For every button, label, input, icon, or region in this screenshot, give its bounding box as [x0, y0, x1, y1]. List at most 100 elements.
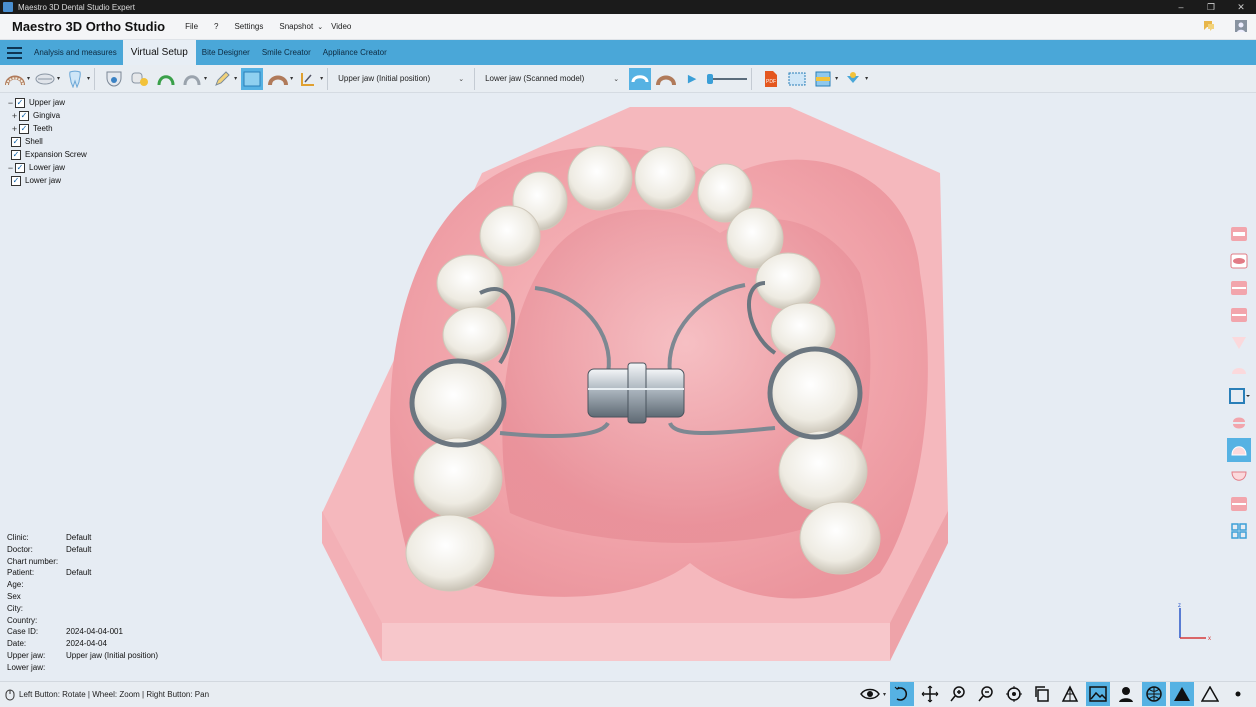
copy-view-icon[interactable] — [1030, 682, 1054, 706]
visibility-eye-icon[interactable] — [858, 682, 882, 706]
animation-slider[interactable] — [707, 73, 748, 85]
view-lower-arch-icon[interactable] — [1227, 357, 1251, 381]
maximize-button[interactable]: ❐ — [1196, 0, 1226, 14]
lips-dropdown-icon[interactable]: ▾ — [57, 75, 60, 82]
info-row-age: Age: — [7, 580, 24, 590]
view-open-mouth-icon[interactable] — [1227, 249, 1251, 273]
upper-jaw-checkbox[interactable]: ✓ — [15, 97, 25, 108]
status-hint: Left Button: Rotate | Wheel: Zoom | Righ… — [19, 690, 210, 699]
report-grid-icon[interactable] — [786, 68, 808, 90]
measure-tool-icon[interactable] — [297, 68, 319, 90]
pan-tool-icon[interactable] — [918, 682, 942, 706]
tooth-settings-icon[interactable] — [103, 68, 125, 90]
collapse-icon[interactable]: − — [6, 163, 15, 173]
view-upper-jaw-icon[interactable] — [1227, 438, 1251, 462]
menu-settings[interactable]: Settings — [234, 22, 263, 31]
view-custom-icon[interactable] — [1227, 384, 1251, 408]
tab-bite-designer[interactable]: Bite Designer — [196, 40, 256, 65]
rotate-tool-icon[interactable] — [890, 682, 914, 706]
tab-appliance-creator[interactable]: Appliance Creator — [317, 40, 393, 65]
view-front-icon[interactable] — [1227, 222, 1251, 246]
arch-view-dropdown-icon[interactable]: ▾ — [27, 75, 30, 82]
collapse-icon[interactable]: − — [6, 98, 15, 108]
arch-view-icon[interactable] — [4, 68, 26, 90]
chevron-down-icon: ⌄ — [458, 75, 465, 83]
multi-view-grid-icon[interactable] — [1227, 519, 1251, 543]
zoom-out-icon[interactable] — [974, 682, 998, 706]
visibility-dropdown-icon[interactable]: ▾ — [883, 691, 886, 698]
tooth-icon[interactable] — [64, 68, 86, 90]
menu-file[interactable]: File — [185, 22, 198, 31]
view-both-jaws-icon[interactable] — [1227, 411, 1251, 435]
tab-smile-creator[interactable]: Smile Creator — [256, 40, 317, 65]
lips-icon[interactable] — [34, 68, 56, 90]
grid-globe-icon[interactable] — [1142, 682, 1166, 706]
view-lower-jaw-icon[interactable] — [1227, 465, 1251, 489]
grid-overlay-icon[interactable] — [241, 67, 264, 90]
view-right-icon[interactable] — [1227, 303, 1251, 327]
tree-item-gingiva[interactable]: + ✓ Gingiva — [6, 109, 196, 122]
expand-icon[interactable]: + — [10, 111, 19, 121]
view-left-icon[interactable] — [1227, 276, 1251, 300]
tree-item-shell[interactable]: ✓ Shell — [6, 135, 196, 148]
pencil-dropdown-icon[interactable]: ▾ — [234, 75, 237, 82]
menu-video[interactable]: Video — [331, 22, 351, 31]
tooth-dropdown-icon[interactable]: ▾ — [87, 75, 90, 82]
tree-item-lower-jaw-model[interactable]: ✓ Lower jaw — [6, 174, 196, 187]
light-dropdown-icon[interactable]: ▾ — [865, 75, 868, 82]
tree-item-lower-jaw[interactable]: − ✓ Lower jaw — [6, 161, 196, 174]
lower-jaw-model-checkbox[interactable]: ✓ — [11, 175, 21, 186]
jaw-overlay-icon[interactable] — [629, 67, 652, 90]
close-button[interactable]: ✕ — [1226, 0, 1256, 14]
view-upper-arch-icon[interactable] — [1227, 330, 1251, 354]
center-target-icon[interactable] — [1002, 682, 1026, 706]
expand-icon[interactable]: + — [10, 124, 19, 134]
measure-tool-dropdown-icon[interactable]: ▾ — [320, 75, 323, 82]
gum-arch-icon[interactable] — [267, 68, 289, 90]
shell-checkbox[interactable]: ✓ — [11, 136, 21, 147]
snapshot-dropdown-icon[interactable]: ⌄ — [317, 23, 323, 31]
3d-viewport[interactable] — [220, 93, 1220, 681]
menu-help[interactable]: ? — [214, 22, 218, 31]
arch-outline-icon[interactable] — [181, 68, 203, 90]
tree-item-label: Expansion Screw — [25, 150, 87, 159]
point-dot-icon[interactable] — [1226, 682, 1250, 706]
pdf-export-icon[interactable]: PDF — [760, 68, 782, 90]
minimize-button[interactable]: – — [1166, 0, 1196, 14]
texture-image-icon[interactable] — [1086, 682, 1110, 706]
tree-item-teeth[interactable]: + ✓ Teeth — [6, 122, 196, 135]
tree-item-upper-jaw[interactable]: − ✓ Upper jaw — [6, 96, 196, 109]
panel-layout-icon[interactable] — [812, 68, 834, 90]
hamburger-menu-icon[interactable] — [0, 40, 28, 65]
user-account-icon[interactable] — [1234, 19, 1248, 33]
expansion-screw-checkbox[interactable]: ✓ — [11, 149, 21, 160]
gingiva-checkbox[interactable]: ✓ — [19, 110, 29, 121]
solid-triangle-icon[interactable] — [1170, 682, 1194, 706]
tree-item-expansion-screw[interactable]: ✓ Expansion Screw — [6, 148, 196, 161]
menu-snapshot[interactable]: Snapshot — [279, 22, 313, 31]
profile-silhouette-icon[interactable] — [1114, 682, 1138, 706]
teeth-tools-icon[interactable] — [129, 68, 151, 90]
chat-icon[interactable] — [1202, 19, 1216, 33]
zoom-in-icon[interactable] — [946, 682, 970, 706]
arch-outline-dropdown-icon[interactable]: ▾ — [204, 75, 207, 82]
toolbar-separator — [474, 67, 476, 90]
lower-jaw-checkbox[interactable]: ✓ — [15, 162, 25, 173]
upper-jaw-position-select[interactable]: Upper jaw (Initial position) ⌄ — [332, 69, 470, 89]
light-bulb-icon[interactable] — [842, 68, 864, 90]
tooth — [479, 205, 541, 267]
play-icon[interactable]: ▶ — [681, 68, 703, 90]
arch-wire-green-icon[interactable] — [155, 68, 177, 90]
gum-model-icon[interactable] — [655, 68, 677, 90]
pencil-icon[interactable] — [211, 68, 233, 90]
panel-layout-dropdown-icon[interactable]: ▾ — [835, 75, 838, 82]
gum-arch-dropdown-icon[interactable]: ▾ — [290, 75, 293, 82]
tab-virtual-setup[interactable]: Virtual Setup — [122, 40, 196, 65]
tab-analysis-and-measures[interactable]: Analysis and measures — [28, 40, 123, 65]
teeth-checkbox[interactable]: ✓ — [19, 123, 29, 134]
view-occlusion-icon[interactable] — [1227, 492, 1251, 516]
outline-triangle-icon[interactable] — [1198, 682, 1222, 706]
wireframe-icon[interactable] — [1058, 682, 1082, 706]
object-tree: − ✓ Upper jaw + ✓ Gingiva + ✓ Teeth ✓ Sh… — [6, 96, 196, 187]
lower-jaw-model-select[interactable]: Lower jaw (Scanned model) ⌄ — [479, 69, 625, 89]
